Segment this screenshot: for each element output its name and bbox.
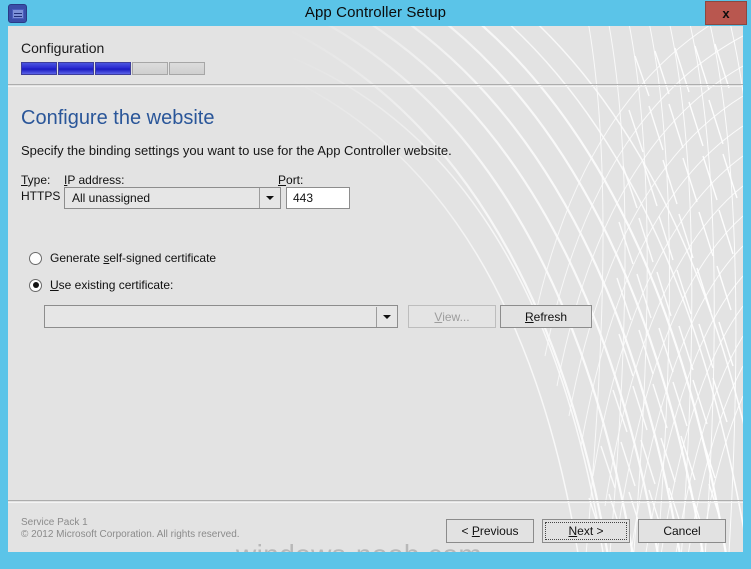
radio-generate-self-signed[interactable]: Generate self-signed certificate [29, 251, 216, 265]
progress-segment [95, 62, 131, 75]
header-band: Configuration [8, 26, 743, 84]
port-label: Port: [278, 173, 304, 187]
ip-address-value: All unassigned [72, 191, 151, 205]
radio-existing-label: Use existing certificate: [50, 278, 174, 292]
ip-address-select[interactable]: All unassigned [64, 187, 281, 209]
focus-ring [545, 522, 627, 540]
progress-segment [21, 62, 57, 75]
close-button[interactable]: x [705, 1, 747, 25]
type-label: Type: [21, 173, 51, 187]
next-button[interactable]: Next > [542, 519, 630, 543]
view-certificate-button[interactable]: View... [408, 305, 496, 328]
progress-indicator [21, 62, 205, 75]
cancel-button[interactable]: Cancel [638, 519, 726, 543]
previous-button-label: < Previous [461, 524, 519, 538]
header-divider [8, 84, 743, 87]
type-value: HTTPS [21, 189, 61, 203]
port-input[interactable]: 443 [286, 187, 350, 209]
radio-indicator [29, 251, 42, 265]
chevron-down-icon[interactable] [259, 188, 280, 208]
window-title: App Controller Setup [304, 4, 447, 21]
ip-address-label: IP address: [64, 173, 125, 187]
page-title: Configure the website [21, 107, 215, 129]
radio-generate-label: Generate self-signed certificate [50, 251, 217, 265]
progress-segment [58, 62, 94, 75]
copyright-text: © 2012 Microsoft Corporation. All rights… [21, 529, 240, 540]
footer-divider [8, 500, 743, 503]
title-bar: App Controller Setup x [0, 0, 751, 26]
step-title: Configuration [21, 40, 105, 56]
progress-segment [132, 62, 168, 75]
client-area: Configuration Configure the website Spec… [8, 26, 743, 552]
previous-button[interactable]: < Previous [446, 519, 534, 543]
chevron-down-icon[interactable] [376, 306, 397, 327]
setup-window: App Controller Setup x Configuration Con… [0, 0, 751, 569]
page-description: Specify the binding settings you want to… [21, 143, 452, 158]
refresh-button-label: Refresh [524, 309, 568, 324]
radio-use-existing[interactable]: Use existing certificate: [29, 278, 173, 292]
service-pack-text: Service Pack 1 [21, 517, 88, 528]
refresh-button[interactable]: Refresh [500, 305, 592, 328]
view-button-label: View... [434, 309, 470, 324]
progress-segment [169, 62, 205, 75]
decorative-swirl-pattern [283, 26, 743, 552]
certificate-select[interactable] [44, 305, 398, 328]
radio-indicator-selected [29, 278, 42, 292]
